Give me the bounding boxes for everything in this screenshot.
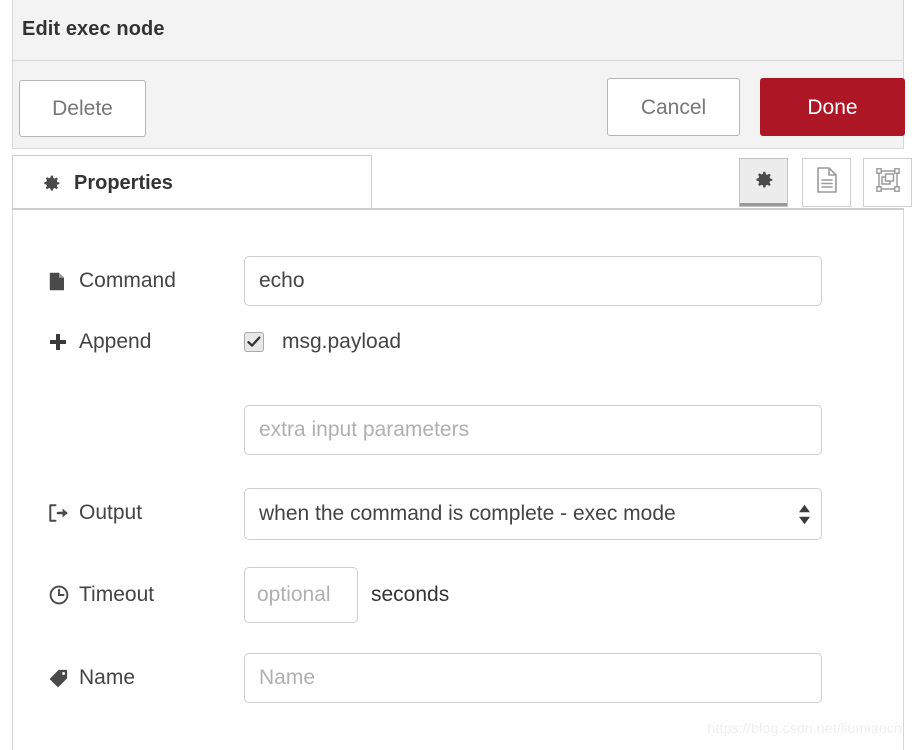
timeout-input[interactable]: [244, 567, 358, 623]
plus-icon: [49, 333, 71, 351]
gear-icon: [41, 173, 62, 194]
append-label-group: Append: [49, 320, 151, 364]
dialog-action-bar: Delete Cancel Done: [12, 61, 905, 149]
appearance-icon: [875, 168, 900, 197]
form-row-extra-params: [13, 400, 905, 460]
document-icon: [816, 167, 838, 198]
sign-out-icon: [49, 504, 71, 522]
append-checkbox-group: msg.payload: [244, 320, 401, 364]
append-checkbox-label: msg.payload: [282, 330, 402, 353]
form-row-output: Output when the command is complete - ex…: [13, 483, 905, 543]
edit-node-dialog: Edit exec node Delete Cancel Done Proper…: [0, 0, 912, 750]
form-row-timeout: Timeout seconds: [13, 565, 905, 625]
tab-bar: Properties: [12, 149, 912, 211]
output-label: Output: [79, 501, 143, 524]
timeout-units-label: seconds: [371, 583, 450, 606]
delete-button[interactable]: Delete: [19, 80, 146, 137]
icon-button-description[interactable]: [802, 158, 851, 207]
tab-properties[interactable]: Properties: [12, 155, 372, 211]
form-row-name: Name: [13, 648, 905, 708]
form-row-command: Command: [13, 251, 905, 311]
tab-properties-label: Properties: [74, 172, 173, 194]
icon-button-properties[interactable]: [739, 158, 788, 207]
timeout-label-group: Timeout: [49, 565, 154, 625]
done-button[interactable]: Done: [760, 78, 905, 136]
cancel-button[interactable]: Cancel: [607, 78, 740, 136]
name-label-group: Name: [49, 648, 135, 708]
append-msg-payload-checkbox[interactable]: [244, 332, 264, 352]
tag-icon: [49, 669, 71, 688]
file-icon: [49, 272, 71, 291]
timeout-label: Timeout: [79, 583, 155, 606]
output-label-group: Output: [49, 483, 142, 543]
name-label: Name: [79, 666, 136, 689]
check-icon: [247, 336, 261, 347]
dialog-title-bar: Edit exec node: [12, 0, 904, 61]
name-input[interactable]: [244, 653, 822, 703]
command-label-group: Command: [49, 251, 176, 311]
spinner-arrows-icon: [787, 504, 821, 525]
page-title: Edit exec node: [22, 18, 165, 40]
form-row-append: Append msg.payload: [13, 320, 905, 364]
output-select[interactable]: when the command is complete - exec mode: [244, 488, 822, 540]
extra-input-parameters-input[interactable]: [244, 405, 822, 455]
clock-icon: [49, 585, 71, 605]
append-label: Append: [79, 330, 152, 353]
command-input[interactable]: [244, 256, 822, 306]
properties-form: Command Append msg.payload: [12, 210, 904, 750]
command-label: Command: [79, 269, 176, 292]
gear-icon: [753, 169, 775, 196]
output-select-value: when the command is complete - exec mode: [259, 502, 676, 525]
icon-button-appearance[interactable]: [863, 158, 912, 207]
